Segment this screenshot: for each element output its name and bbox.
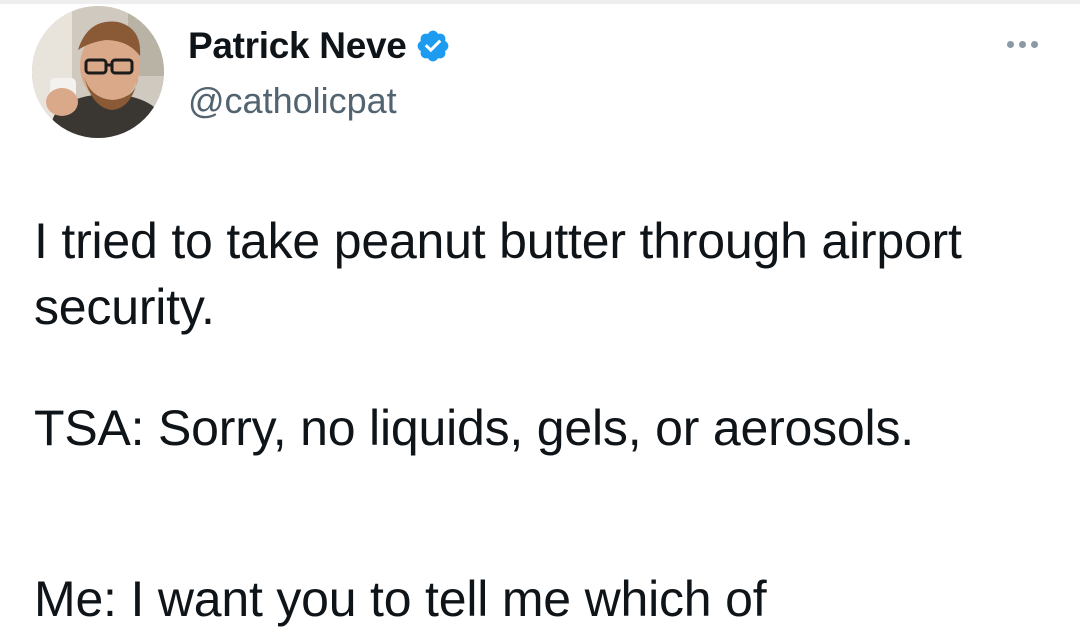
- tweet-text: TSA: Sorry, no liquids, gels, or aerosol…: [34, 400, 914, 456]
- tweet-paragraph-2: TSA: Sorry, no liquids, gels, or aerosol…: [34, 395, 1054, 461]
- avatar-image: [32, 6, 164, 138]
- profile-avatar[interactable]: [32, 6, 164, 138]
- tweet-paragraph-3: Me: I want you to tell me which of: [34, 566, 1054, 632]
- tweet-text: I tried to take peanut butter through ai…: [34, 213, 962, 335]
- more-dot: [1006, 40, 1014, 48]
- author-display-name[interactable]: Patrick Neve: [188, 25, 407, 67]
- author-name-row: Patrick Neve: [188, 22, 451, 70]
- author-handle[interactable]: @catholicpat: [188, 80, 397, 122]
- top-divider: [0, 0, 1080, 4]
- tweet-text: Me: I want you to tell me which of: [34, 571, 767, 627]
- more-dot: [1030, 40, 1038, 48]
- more-dot: [1018, 40, 1026, 48]
- more-options-icon[interactable]: [998, 30, 1046, 58]
- tweet-card: Patrick Neve @catholicpat I tried to tak…: [0, 0, 1080, 627]
- tweet-paragraph-1: I tried to take peanut butter through ai…: [34, 208, 1054, 340]
- verified-badge-icon: [415, 28, 451, 64]
